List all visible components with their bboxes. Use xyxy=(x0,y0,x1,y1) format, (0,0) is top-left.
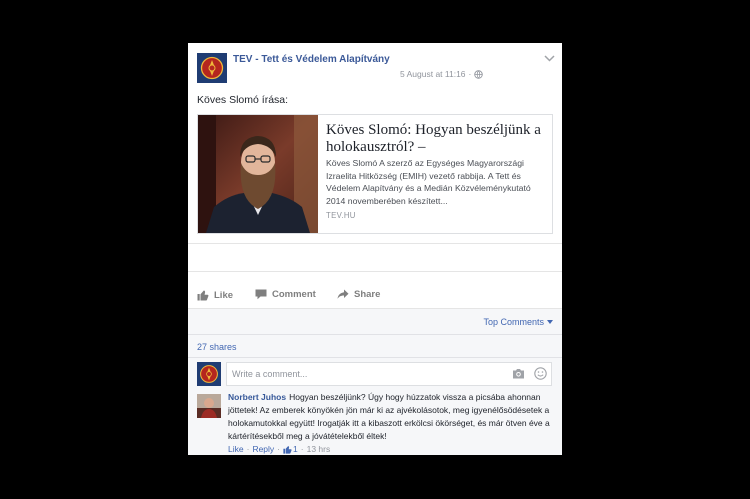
comment-input-box[interactable] xyxy=(226,362,552,386)
meta-separator: · xyxy=(468,69,472,79)
meta-separator: · xyxy=(300,444,304,454)
chevron-down-icon xyxy=(544,55,555,62)
comment-input[interactable] xyxy=(232,366,504,382)
thumbs-up-icon xyxy=(197,290,209,301)
link-preview-image[interactable] xyxy=(198,115,318,233)
post-card: TEV - Tett és Védelem Alapítvány 5 Augus… xyxy=(188,43,562,455)
post-meta: 5 August at 11:16 · xyxy=(400,69,484,79)
divider xyxy=(188,271,562,272)
comment-author-avatar[interactable] xyxy=(197,394,221,418)
like-button[interactable]: Like xyxy=(197,289,233,301)
link-preview-title[interactable]: Köves Slomó: Hogyan beszéljünk a holokau… xyxy=(326,122,550,156)
tev-logo-icon xyxy=(197,53,227,83)
comment-like-link[interactable]: Like xyxy=(228,444,244,454)
link-preview[interactable]: Köves Slomó: Hogyan beszéljünk a holokau… xyxy=(197,114,553,234)
share-button[interactable]: Share xyxy=(337,289,380,300)
shares-count-link[interactable]: 27 shares xyxy=(197,342,237,352)
post-text: Köves Slomó írása: xyxy=(197,94,289,106)
page-avatar[interactable] xyxy=(197,53,227,83)
link-preview-domain: TEV.HU xyxy=(326,211,356,221)
thumbs-up-icon xyxy=(283,445,292,454)
divider xyxy=(188,357,562,358)
top-comments-dropdown[interactable]: Top Comments xyxy=(483,317,553,327)
top-comments-label: Top Comments xyxy=(483,317,544,327)
link-preview-description: Köves Slomó A szerző az Egységes Magyaro… xyxy=(326,158,531,206)
comment-author-photo xyxy=(197,394,221,418)
comment-like-count[interactable]: 1 xyxy=(283,444,298,454)
like-button-label: Like xyxy=(214,289,234,301)
camera-icon xyxy=(513,369,524,379)
comment-reply-link[interactable]: Reply xyxy=(252,444,274,454)
divider xyxy=(188,243,562,244)
link-preview-text: Köves Slomó: Hogyan beszéljünk a holokau… xyxy=(326,122,550,220)
comment-meta: Like · Reply · 1 · 13 hrs xyxy=(228,444,556,454)
comment-button-label: Comment xyxy=(272,289,316,300)
divider xyxy=(188,334,562,335)
comment-button[interactable]: Comment xyxy=(255,289,316,300)
comment-bubble-icon xyxy=(255,289,267,300)
globe-icon xyxy=(474,69,484,79)
page-name-link[interactable]: TEV - Tett és Védelem Alapítvány xyxy=(233,54,390,65)
tev-logo-icon xyxy=(197,362,221,386)
comment-body: Norbert Juhos Hogyan beszéljünk? Úgy hogy… xyxy=(228,391,556,443)
link-preview-photo xyxy=(198,115,318,233)
attach-photo-button[interactable] xyxy=(512,368,525,379)
comment-like-count-value: 1 xyxy=(293,444,298,454)
share-arrow-icon xyxy=(337,289,349,299)
comments-section: Top Comments 27 shares Write a comment..… xyxy=(188,308,562,455)
emoji-button[interactable] xyxy=(534,367,547,380)
comment: Norbert Juhos Hogyan beszéljünk? Úgy hogy… xyxy=(228,391,556,454)
comment-author[interactable]: Norbert Juhos xyxy=(228,392,286,402)
caret-down-icon xyxy=(547,320,553,324)
post-options-button[interactable] xyxy=(544,55,555,62)
share-button-label: Share xyxy=(354,289,381,300)
commenter-avatar xyxy=(197,362,221,386)
smiley-icon xyxy=(534,367,547,380)
meta-separator: · xyxy=(246,444,250,454)
post-timestamp[interactable]: 5 August at 11:16 xyxy=(400,69,466,79)
meta-separator: · xyxy=(277,444,281,454)
comment-time[interactable]: 13 hrs xyxy=(307,444,331,454)
